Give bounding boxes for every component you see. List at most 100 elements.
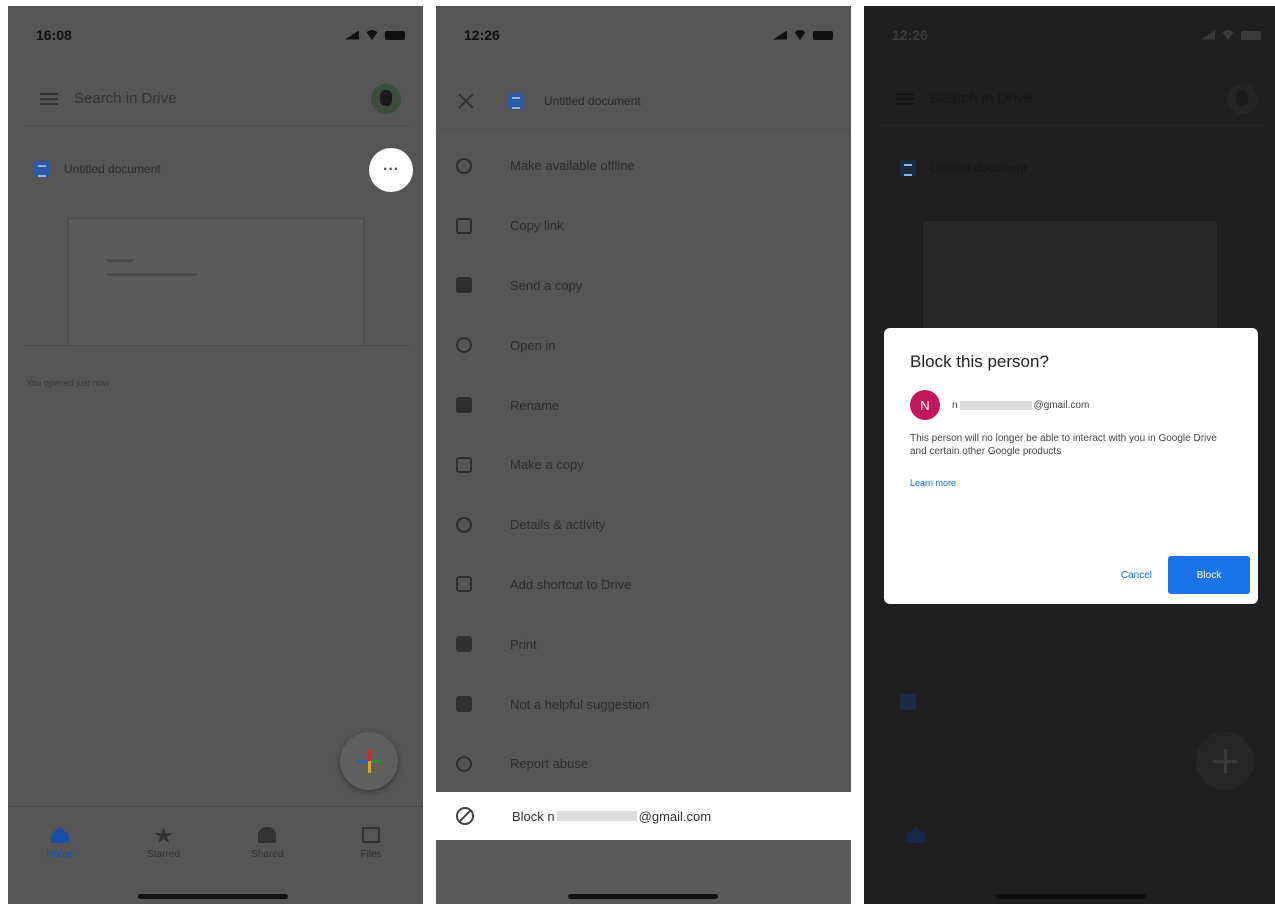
more-options-button[interactable]: ··· bbox=[369, 148, 413, 192]
home-indicator bbox=[568, 894, 718, 899]
menu-item-send-copy[interactable]: Send a copy bbox=[436, 256, 851, 316]
opened-note: You opened just now bbox=[26, 378, 110, 388]
new-fab-button[interactable] bbox=[340, 732, 398, 790]
menu-icon bbox=[896, 92, 914, 105]
nav-starred[interactable]: Starred bbox=[112, 807, 216, 904]
copy-icon bbox=[456, 456, 472, 473]
menu-item-add-shortcut[interactable]: Add shortcut to Drive bbox=[436, 555, 851, 615]
nav-shared: Shared bbox=[1072, 807, 1176, 904]
shared-icon bbox=[258, 827, 277, 843]
menu-item-print[interactable]: Print bbox=[436, 614, 851, 674]
open-in-icon bbox=[456, 337, 472, 354]
shortcut-icon bbox=[456, 576, 472, 593]
menu-item-open-in[interactable]: Open in bbox=[436, 315, 851, 375]
menu-item-offline[interactable]: Make available offline bbox=[436, 136, 851, 196]
sheet-title: Untitled document bbox=[544, 93, 641, 108]
block-dialog-screen: 12:26 Untitled document Home bbox=[864, 6, 1275, 904]
menu-icon[interactable] bbox=[40, 92, 58, 105]
person-email: n @gmail.com bbox=[952, 399, 1090, 411]
search-input bbox=[930, 90, 1190, 107]
feedback-icon bbox=[456, 696, 472, 713]
signal-icon bbox=[345, 30, 359, 40]
report-icon bbox=[456, 755, 472, 772]
menu-item-block[interactable]: Block n @gmail.com bbox=[436, 792, 851, 840]
dialog-title: Block this person? bbox=[910, 352, 1049, 371]
close-icon[interactable] bbox=[458, 93, 474, 109]
wifi-icon bbox=[365, 30, 379, 40]
folder-icon bbox=[1218, 827, 1237, 843]
info-icon bbox=[456, 516, 472, 533]
cancel-button[interactable]: Cancel bbox=[1121, 570, 1152, 581]
avatar[interactable] bbox=[371, 83, 401, 114]
home-icon bbox=[50, 827, 69, 843]
block-dialog: Block this person? N n @gmail.com This p… bbox=[884, 328, 1258, 604]
doc-icon bbox=[34, 161, 50, 177]
avatar bbox=[1227, 83, 1257, 114]
sheet-icon bbox=[900, 694, 916, 710]
file-preview-card[interactable] bbox=[24, 196, 409, 346]
block-button[interactable]: Block bbox=[1168, 556, 1250, 594]
signal-icon bbox=[1201, 30, 1215, 40]
shared-icon bbox=[1114, 827, 1133, 843]
print-icon bbox=[456, 636, 472, 653]
star-icon bbox=[1010, 827, 1029, 843]
redacted-email bbox=[959, 400, 1032, 410]
menu-item-rename[interactable]: Rename bbox=[436, 375, 851, 435]
signal-icon bbox=[773, 30, 787, 40]
copy-link-icon bbox=[456, 217, 472, 234]
battery-icon bbox=[385, 30, 405, 40]
redacted-email bbox=[556, 811, 637, 821]
block-email-domain: @gmail.com bbox=[638, 808, 712, 824]
doc-icon bbox=[900, 160, 916, 176]
status-time: 12:26 bbox=[464, 27, 500, 43]
block-icon bbox=[456, 807, 474, 825]
offline-icon bbox=[456, 157, 472, 174]
nav-files: Files bbox=[1175, 807, 1275, 904]
home-indicator bbox=[996, 894, 1146, 899]
status-bar: 12:26 bbox=[464, 26, 833, 44]
status-time: 16:08 bbox=[36, 27, 72, 43]
file-row: Untitled document bbox=[886, 160, 1027, 176]
menu-item-details[interactable]: Details & activity bbox=[436, 495, 851, 555]
send-icon bbox=[456, 277, 472, 294]
nav-home[interactable]: Home bbox=[8, 807, 112, 904]
wifi-icon bbox=[793, 30, 807, 40]
doc-icon bbox=[508, 92, 524, 109]
file-name: Untitled document bbox=[64, 162, 161, 176]
menu-item-make-copy[interactable]: Make a copy bbox=[436, 435, 851, 495]
doc-thumbnail bbox=[68, 218, 364, 346]
battery-icon bbox=[813, 30, 833, 40]
composite-screenshot: 16:08 Untitled document ··· You opened j… bbox=[0, 0, 1275, 904]
drive-home-screen: 16:08 Untitled document ··· You opened j… bbox=[8, 6, 423, 904]
battery-icon bbox=[1241, 30, 1261, 40]
dialog-actions: Cancel Block bbox=[1121, 556, 1250, 594]
block-label: Block n bbox=[512, 808, 555, 824]
file-actions-screen: 12:26 Untitled document Make available o… bbox=[436, 6, 851, 904]
menu-item-not-helpful[interactable]: Not a helpful suggestion bbox=[436, 674, 851, 734]
dialog-description: This person will no longer be able to in… bbox=[910, 433, 1217, 457]
new-fab-button bbox=[1196, 732, 1254, 790]
status-bar: 12:26 bbox=[892, 26, 1261, 44]
search-bar[interactable] bbox=[24, 72, 409, 126]
home-icon bbox=[906, 827, 925, 843]
status-bar: 16:08 bbox=[36, 26, 405, 44]
learn-more-link[interactable]: Learn more bbox=[910, 478, 956, 488]
search-bar bbox=[880, 72, 1265, 126]
plus-icon bbox=[357, 749, 381, 773]
file-row[interactable]: Untitled document bbox=[34, 154, 413, 184]
nav-files[interactable]: Files bbox=[319, 807, 423, 904]
status-time: 12:26 bbox=[892, 27, 928, 43]
search-input[interactable] bbox=[74, 90, 334, 107]
nav-home: Home bbox=[864, 807, 968, 904]
folder-icon bbox=[362, 827, 381, 843]
nav-starred: Starred bbox=[968, 807, 1072, 904]
sheet-header: Untitled document bbox=[436, 72, 851, 130]
plus-icon bbox=[1213, 749, 1237, 773]
nav-shared[interactable]: Shared bbox=[216, 807, 320, 904]
person-row: N n @gmail.com bbox=[910, 390, 1232, 420]
wifi-icon bbox=[1221, 30, 1235, 40]
menu-item-report-abuse[interactable]: Report abuse bbox=[436, 734, 851, 794]
pencil-icon bbox=[456, 397, 472, 414]
actions-menu: Make available offline Copy link Send a … bbox=[436, 136, 851, 794]
menu-item-copy-link[interactable]: Copy link bbox=[436, 196, 851, 256]
